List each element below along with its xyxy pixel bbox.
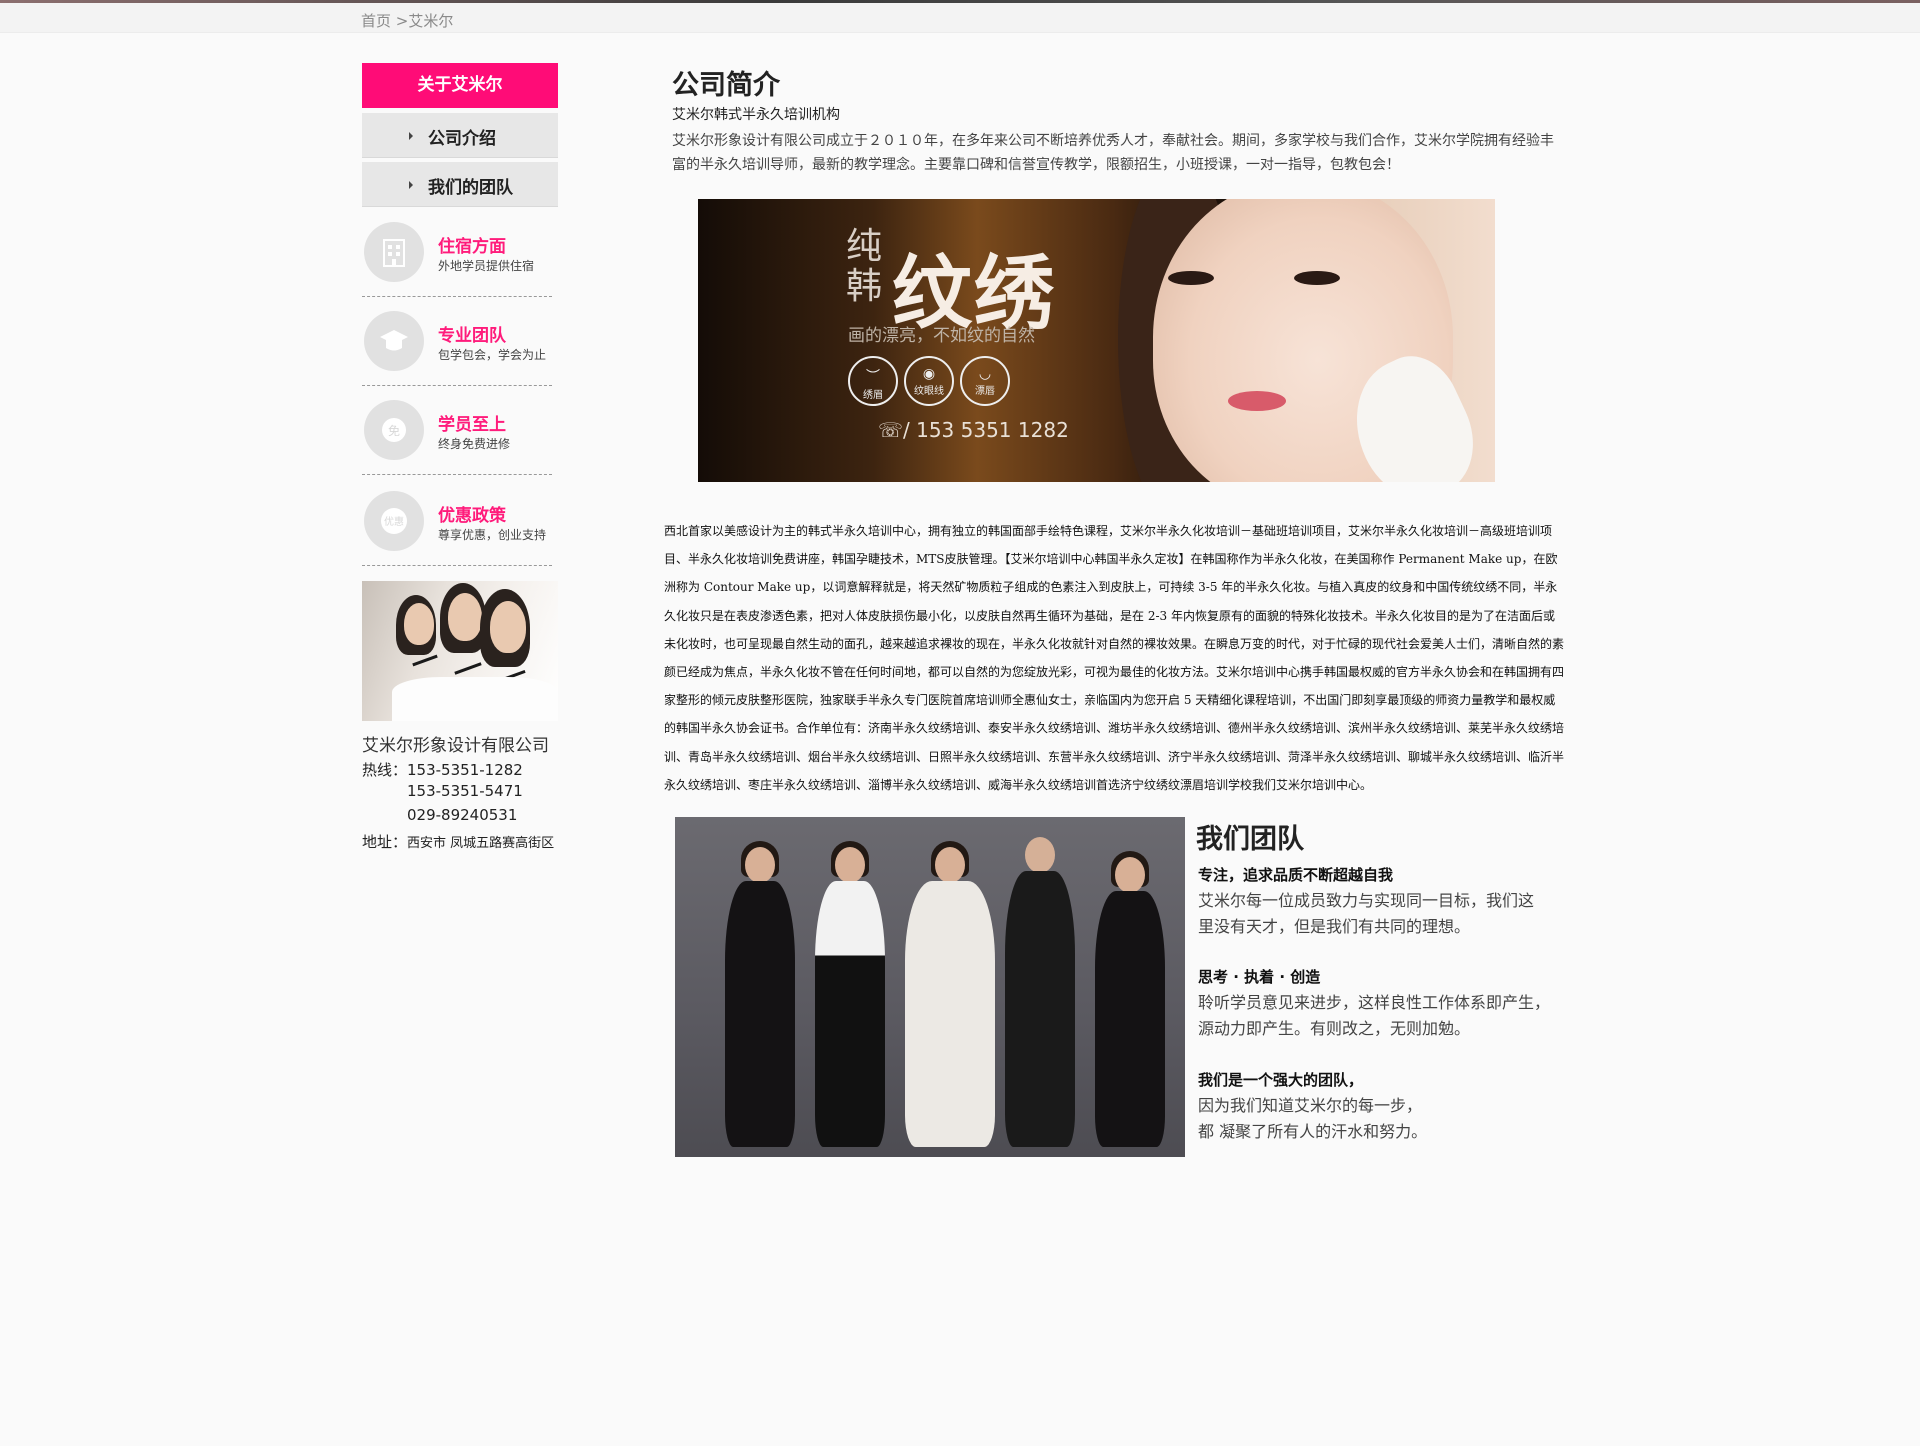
feature-subtitle: 外地学员提供住宿: [438, 259, 535, 273]
page-title: 公司简介: [672, 70, 780, 101]
graduation-cap-icon: [364, 311, 424, 371]
sidebar-item-label: 我们的团队: [428, 178, 513, 198]
breadcrumb: 首页 >艾米尔: [361, 10, 453, 31]
hotline: 热线：153-5351-1282: [362, 759, 523, 780]
team-photo: [675, 817, 1185, 1157]
free-badge-icon: 免: [364, 400, 424, 460]
breadcrumb-separator: >: [391, 12, 409, 30]
breadcrumb-home-link[interactable]: 首页: [361, 12, 391, 30]
team-paragraph-line: 因为我们知道艾米尔的每一步，: [1198, 1096, 1423, 1115]
feature-title: 专业团队: [438, 326, 506, 346]
team-paragraph-line: 里没有天才，但是我们有共同的理想。: [1198, 917, 1471, 936]
sidebar-header: 关于艾米尔: [362, 63, 558, 108]
feature-professional-team: 专业团队 包学包会，学会为止: [362, 306, 552, 386]
customer-service-image: [362, 581, 558, 721]
team-paragraph-line: 源动力即产生。有则改之，无则加勉。: [1198, 1019, 1471, 1038]
feature-student-first: 免 学员至上 终身免费进修: [362, 395, 552, 475]
feature-title: 优惠政策: [438, 506, 506, 526]
team-paragraph: 我们是一个强大的团队， 因为我们知道艾米尔的每一步， 都 凝聚了所有人的汗水和努…: [1198, 1067, 1578, 1145]
feature-title: 住宿方面: [438, 237, 506, 257]
sidebar-item-company-intro[interactable]: 公司介绍: [362, 113, 558, 158]
triangle-right-icon: [409, 132, 413, 140]
company-name: 艾米尔形象设计有限公司: [362, 736, 549, 756]
eyeliner-icon: ◉ 纹眼线: [904, 356, 954, 406]
team-paragraph-head: 我们是一个强大的团队，: [1198, 1071, 1364, 1089]
feature-accommodation: 住宿方面 外地学员提供住宿: [362, 217, 552, 297]
sidebar-item-label: 公司介绍: [428, 129, 496, 149]
address-value: 西安市 凤城五路赛高街区: [407, 836, 555, 851]
feature-subtitle: 包学包会，学会为止: [438, 348, 547, 362]
description-paragraph: 西北首家以美感设计为主的韩式半永久培训中心，拥有独立的韩国面部手绘特色课程，艾米…: [664, 524, 1565, 792]
address-label: 地址：: [362, 833, 408, 851]
svg-text:优惠: 优惠: [384, 515, 404, 528]
hotline-label: 热线：: [362, 761, 408, 779]
promo-banner: 纯韩 纹绣 画的漂亮，不如纹的自然 ︶ 绣眉 ◉ 纹眼线 ◡ 漂唇 ☏/ 153 53…: [698, 199, 1495, 482]
intro-text: 艾米尔形象设计有限公司成立于２０１０年，在多年来公司不断培养优秀人才，奉献社会。…: [672, 133, 1554, 173]
feature-subtitle: 尊享优惠，创业支持: [438, 528, 547, 542]
triangle-right-icon: [409, 181, 413, 189]
page-subtitle: 艾米尔韩式半永久培训机构: [672, 107, 840, 123]
banner-phone: ☏/ 153 5351 1282: [878, 418, 1069, 442]
lips-icon: ◡ 漂唇: [960, 356, 1010, 406]
feature-subtitle: 终身免费进修: [438, 437, 511, 451]
eyebrow-icon: ︶ 绣眉: [848, 356, 898, 406]
building-icon: [364, 222, 424, 282]
team-paragraph-line: 聆听学员意见来进步，这样良性工作体系即产生，: [1198, 993, 1551, 1012]
address: 地址：西安市 凤城五路赛高街区: [362, 831, 554, 852]
team-paragraph-head: 专注，追求品质不断超越自我: [1198, 866, 1394, 884]
feature-title: 学员至上: [438, 415, 506, 435]
banner-tagline: 画的漂亮，不如纹的自然: [848, 326, 1035, 346]
breadcrumb-bar: 首页 >艾米尔: [0, 3, 1920, 33]
team-paragraph: 思考 · 执着 · 创造 聆听学员意见来进步，这样良性工作体系即产生， 源动力即…: [1198, 964, 1578, 1042]
team-title: 我们团队: [1196, 824, 1304, 855]
banner-small-text: 纯韩: [846, 226, 883, 307]
breadcrumb-current[interactable]: 艾米尔: [408, 12, 453, 30]
discount-badge-icon: 优惠: [364, 491, 424, 551]
team-paragraph-line: 都 凝聚了所有人的汗水和努力。: [1198, 1122, 1428, 1141]
feature-discount-policy: 优惠 优惠政策 尊享优惠，创业支持: [362, 486, 552, 566]
svg-text:免: 免: [388, 423, 400, 438]
phone-3: 029-89240531: [407, 806, 518, 824]
phone-1: 153-5351-1282: [407, 761, 523, 779]
phone-2: 153-5351-5471: [407, 782, 523, 800]
team-paragraph: 专注，追求品质不断超越自我 艾米尔每一位成员致力与实现同一目标，我们这 里没有天…: [1198, 862, 1578, 940]
team-paragraph-head: 思考 · 执着 · 创造: [1198, 968, 1321, 986]
sidebar-item-our-team[interactable]: 我们的团队: [362, 162, 558, 207]
team-paragraph-line: 艾米尔每一位成员致力与实现同一目标，我们这: [1198, 891, 1535, 910]
